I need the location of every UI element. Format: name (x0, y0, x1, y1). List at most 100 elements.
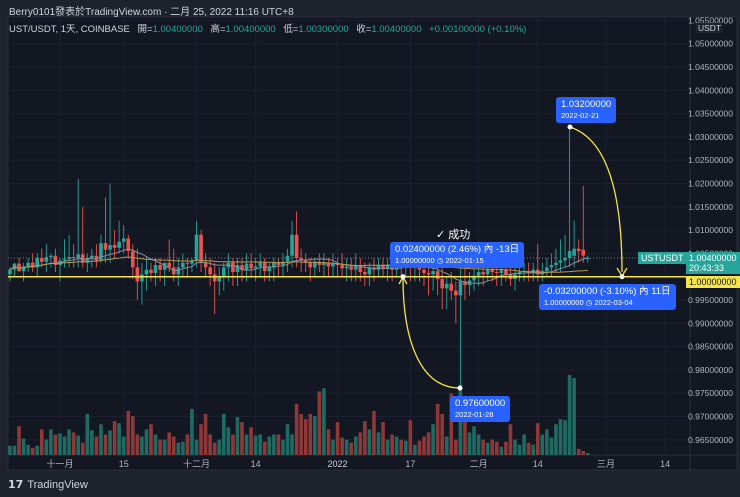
volume-bar (344, 439, 349, 455)
price-chart[interactable]: 十一月 15 十二月 14 2022 17 二月 14 三月 14 1.055000001.050… (0, 0, 740, 497)
candle-body (294, 234, 299, 259)
candle-body (62, 258, 67, 261)
volume-bar (240, 422, 244, 455)
price-tick-label: 1.02000000 (688, 179, 733, 189)
time-tick-label: 三月 (597, 459, 615, 469)
volume-bar (108, 430, 112, 455)
candle-body (545, 267, 549, 272)
candle-body (49, 255, 53, 258)
volume-bar (322, 388, 326, 455)
candle-body (567, 251, 572, 259)
label-date: 2022-01-28 (455, 410, 494, 419)
volume-bar (17, 426, 21, 455)
volume-bar (12, 445, 17, 455)
price-tick-label: 1.04500000 (688, 62, 733, 72)
candle-body (231, 262, 235, 273)
volume-bar (340, 437, 344, 455)
tradingview-footer[interactable]: 𝟭𝟳 TradingView (8, 478, 88, 492)
close-label: 收= (356, 24, 372, 35)
range-date: 2022-03-04 (594, 298, 633, 307)
symbol-title[interactable]: UST/USDT, 1天, COINBASE (9, 24, 130, 35)
volume-bar (203, 413, 208, 455)
change-value: +0.00100000 (+0.10%) (429, 24, 527, 35)
range-change: 0.02400000 (2.46%) 內 -13日 (395, 244, 520, 255)
candle-body (431, 271, 435, 275)
volume-bar (244, 434, 249, 455)
candle-body (135, 267, 140, 282)
volume-bar (372, 410, 376, 455)
volume-bar (335, 422, 340, 455)
candle-body (144, 269, 149, 275)
bar-countdown: 20:43:33 (689, 263, 725, 273)
range-label-right[interactable]: -0.03200000 (-3.10%) 內 11日 1.00000000 ◷ … (539, 284, 676, 310)
last-price-tag: 1.00400000 20:43:33 (686, 252, 740, 274)
candle-body (131, 251, 135, 268)
candle-body (422, 269, 426, 273)
candle-body (222, 267, 226, 277)
volume-bar (262, 441, 267, 455)
candle-body (554, 262, 558, 266)
volume-bar (249, 427, 253, 455)
volume-bar (135, 434, 140, 455)
volume-bar (495, 441, 499, 455)
candle-body (363, 272, 367, 275)
candle-body (435, 271, 440, 280)
price-tick-label: 0.97500000 (688, 388, 733, 398)
volume-bar (504, 441, 508, 455)
volume-bar (385, 439, 390, 455)
anchor-point[interactable] (619, 274, 625, 280)
candle-body (8, 269, 12, 275)
volume-bar (540, 434, 545, 455)
high-label: 高= (210, 24, 226, 35)
candle-body (485, 269, 490, 275)
candle-body (117, 241, 121, 248)
volume-bar (404, 440, 408, 455)
volume-bar (390, 434, 394, 455)
volume-bar (376, 432, 381, 455)
candle-body (490, 269, 495, 273)
high-price-label[interactable]: 1.03200000 2022-02-21 (556, 97, 617, 123)
ohlc-legend: UST/USDT, 1天, COINBASE 開=1.00400000 高=1.… (9, 21, 531, 35)
currency-label: USDT (696, 23, 724, 33)
volume-bar (367, 429, 372, 455)
time-tick-label: 二月 (470, 459, 488, 469)
anchor-point[interactable] (400, 274, 406, 280)
volume-bar (513, 439, 517, 455)
anchor-point[interactable] (567, 124, 573, 130)
candle-body (267, 267, 272, 272)
volume-bar (212, 442, 217, 455)
volume-bar (535, 423, 540, 455)
open-label: 開= (137, 24, 153, 35)
volume-bar (80, 442, 85, 455)
volume-bar (26, 444, 30, 455)
volume-bar (117, 423, 121, 455)
candle-body (344, 266, 349, 269)
hline-price-tag: 1.00000000 (686, 276, 740, 288)
volume-bar (481, 439, 485, 455)
time-tick-label: 14 (533, 459, 543, 469)
low-price-label[interactable]: 0.97600000 2022-01-28 (450, 396, 511, 422)
candle-body (140, 274, 144, 282)
price-tick-label: 1.01500000 (688, 202, 733, 212)
price-tick-label: 1.02500000 (688, 155, 733, 165)
volume-bar (222, 413, 226, 455)
candle-body (444, 283, 449, 289)
volume-bar (99, 424, 103, 455)
volume-bar (90, 430, 94, 455)
range-meta: 1.00000000 ◷ 2022-03-04 (544, 298, 671, 308)
volume-bar (353, 436, 358, 455)
price-tick-label: 0.99000000 (688, 318, 733, 328)
symbol-tag: USTUSDT (638, 252, 687, 264)
volume-bar (290, 434, 294, 455)
tradingview-logo-icon: 𝟭𝟳 (8, 479, 24, 491)
volume-bar (499, 446, 504, 455)
candle-body (290, 234, 294, 256)
volume-bar (317, 391, 322, 455)
anchor-point[interactable] (457, 385, 463, 391)
range-label-left[interactable]: 0.02400000 (2.46%) 內 -13日 1.00000000 ◷ 2… (390, 242, 525, 268)
low-value: 1.00300000 (298, 24, 349, 35)
volume-bar (181, 441, 185, 455)
volume-bar (476, 434, 481, 455)
volume-bar (199, 424, 203, 455)
low-label: 低= (283, 24, 299, 35)
